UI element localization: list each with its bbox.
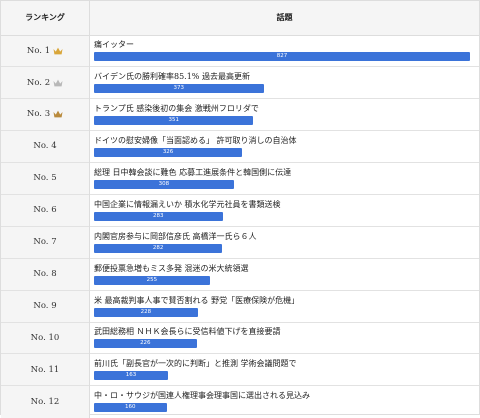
- table-row: No. 6 中国企業に情報漏えいか 積水化学元社員を書類送検 283: [1, 194, 480, 227]
- silver-crown-icon: [53, 79, 63, 87]
- table-row: No. 1 痛イッター 827: [1, 35, 479, 67]
- topic-cell: 内閣官房参与に岡部信彦氏 高橋洋一氏ら６人 282: [90, 226, 480, 258]
- rank-cell: No. 8: [1, 258, 90, 291]
- rank-label: No. 3: [26, 109, 51, 120]
- count-bar-track: 373: [94, 84, 470, 94]
- rank-label: No. 5: [33, 173, 57, 184]
- count-bar: 351: [94, 116, 254, 126]
- ranking-table-container: ランキング 話題 No. 1 痛イッター 827 No. 2 バイデン氏の勝利確率85.…: [0, 0, 480, 418]
- count-bar: 326: [94, 148, 243, 158]
- table-row: No. 8 郵便投票急増もミス多発 混迷の米大統領選 255: [1, 258, 480, 291]
- topic-title[interactable]: 内閣官房参与に岡部信彦氏 高橋洋一氏ら６人: [94, 232, 469, 242]
- topic-title[interactable]: バイデン氏の勝利確率85.1% 過去最高更新: [94, 72, 469, 82]
- count-bar: 283: [94, 211, 223, 221]
- rank-cell: No. 6: [1, 194, 90, 227]
- table-row: No. 9 米 最高裁判事人事で賛否割れる 野党「医療保険が危機」 228: [1, 290, 480, 323]
- rank-cell: No. 11: [1, 353, 90, 386]
- count-bar: 228: [94, 307, 198, 317]
- topic-cell: 総理 日中韓会談に難色 応募工進展条件と韓国側に伝達 308: [90, 163, 480, 195]
- topic-cell: 武田総務相 ＮＨＫ会長らに受信料値下げを直接要請 226: [90, 322, 480, 354]
- topic-cell: 中・ロ・サウジが国連人権理事会理事国に選出される見込み 160: [90, 386, 480, 418]
- topic-title[interactable]: 中・ロ・サウジが国連人権理事会理事国に選出される見込み: [94, 391, 469, 401]
- count-bar-track: 351: [94, 116, 470, 126]
- count-bar: 373: [94, 84, 264, 94]
- topic-title[interactable]: 郵便投票急増もミス多発 混迷の米大統領選: [94, 264, 469, 274]
- table-row: No. 7 内閣官房参与に岡部信彦氏 高橋洋一氏ら６人 282: [1, 226, 480, 259]
- table-row: No. 12 中・ロ・サウジが国連人権理事会理事国に選出される見込み 160: [1, 385, 480, 418]
- rank-label: No. 4: [33, 141, 57, 152]
- rank-label: No. 10: [30, 332, 60, 343]
- table-row: No. 5 総理 日中韓会談に難色 応募工進展条件と韓国側に伝達 308: [1, 162, 480, 195]
- topic-cell: 米 最高裁判事人事で賛否割れる 野党「医療保険が危機」 228: [90, 290, 480, 322]
- rank-cell: No. 7: [1, 226, 90, 259]
- rank-cell: No. 1: [1, 35, 90, 67]
- count-bar: 160: [94, 403, 167, 413]
- topic-title[interactable]: 総理 日中韓会談に難色 応募工進展条件と韓国側に伝達: [94, 168, 469, 178]
- ranking-rows: No. 1 痛イッター 827 No. 2 バイデン氏の勝利確率85.1% 過去最高更新…: [1, 35, 479, 418]
- count-bar-track: 226: [94, 339, 470, 349]
- count-bar-track: 827: [94, 52, 470, 62]
- topic-title[interactable]: 武田総務相 ＮＨＫ会長らに受信料値下げを直接要請: [94, 327, 469, 337]
- rank-cell: No. 9: [1, 290, 90, 323]
- count-bar-track: 160: [94, 403, 470, 413]
- topic-cell: 中国企業に情報漏えいか 積水化学元社員を書類送検 283: [90, 194, 480, 226]
- rank-label: No. 12: [30, 396, 60, 407]
- gold-crown-icon: [53, 47, 63, 55]
- rank-cell: No. 5: [1, 162, 90, 195]
- count-bar-track: 326: [94, 148, 470, 158]
- topic-title[interactable]: 米 最高裁判事人事で賛否割れる 野党「医療保険が危機」: [94, 296, 469, 306]
- count-bar: 308: [94, 180, 234, 189]
- count-bar: 827: [94, 52, 470, 62]
- table-row: No. 11 前川氏「副長官が一次的に判断」と推測 学術会議問題で 163: [1, 353, 480, 386]
- count-bar: 163: [94, 371, 169, 381]
- ranking-table: ランキング 話題 No. 1 痛イッター 827 No. 2 バイデン氏の勝利確率85.…: [1, 1, 479, 418]
- count-bar: 226: [94, 339, 197, 349]
- table-row: No. 3 トランプ氏 感染後初の集会 激戦州フロリダで 351: [1, 98, 480, 131]
- topic-cell: バイデン氏の勝利確率85.1% 過去最高更新 373: [90, 67, 480, 99]
- rank-label: No. 6: [33, 205, 57, 216]
- rank-column-header: ランキング: [1, 1, 90, 36]
- table-row: No. 10 武田総務相 ＮＨＫ会長らに受信料値下げを直接要請 226: [1, 322, 479, 354]
- rank-cell: No. 12: [1, 385, 90, 418]
- count-bar-track: 283: [94, 211, 470, 221]
- rank-cell: No. 4: [1, 130, 90, 163]
- rank-label: No. 1: [26, 45, 51, 56]
- rank-cell: No. 3: [1, 98, 90, 131]
- rank-cell: No. 10: [1, 322, 90, 354]
- topic-cell: トランプ氏 感染後初の集会 激戦州フロリダで 351: [90, 99, 480, 131]
- rank-label: No. 9: [33, 300, 57, 311]
- table-row: No. 4 ドイツの慰安婦像「当面認める」 許可取り消しの自治体 326: [1, 130, 480, 163]
- bronze-crown-icon: [53, 110, 63, 118]
- count-bar-track: 308: [94, 180, 470, 189]
- rank-label: No. 2: [26, 77, 51, 88]
- topic-cell: ドイツの慰安婦像「当面認める」 許可取り消しの自治体 326: [90, 131, 480, 163]
- count-bar-track: 255: [94, 275, 470, 285]
- topic-title[interactable]: 前川氏「副長官が一次的に判断」と推測 学術会議問題で: [94, 359, 469, 369]
- topic-title[interactable]: 中国企業に情報漏えいか 積水化学元社員を書類送検: [94, 200, 469, 210]
- rank-label: No. 8: [33, 268, 57, 279]
- topic-cell: 前川氏「副長官が一次的に判断」と推測 学術会議問題で 163: [90, 354, 480, 386]
- count-bar-track: 163: [94, 371, 470, 381]
- count-bar-track: 282: [94, 243, 470, 253]
- table-row: No. 2 バイデン氏の勝利確率85.1% 過去最高更新 373: [1, 66, 480, 99]
- topic-title[interactable]: 痛イッター: [94, 40, 469, 50]
- topic-title[interactable]: トランプ氏 感染後初の集会 激戦州フロリダで: [94, 104, 469, 114]
- rank-label: No. 7: [33, 237, 57, 248]
- table-header-row: ランキング 話題: [1, 1, 479, 36]
- topic-title[interactable]: ドイツの慰安婦像「当面認める」 許可取り消しの自治体: [94, 136, 469, 146]
- topic-column-header: 話題: [89, 1, 479, 36]
- count-bar: 282: [94, 243, 223, 253]
- topic-cell: 郵便投票急増もミス多発 混迷の米大統領選 255: [90, 258, 480, 290]
- rank-cell: No. 2: [1, 66, 90, 99]
- rank-label: No. 11: [30, 364, 60, 375]
- topic-cell: 痛イッター 827: [90, 35, 480, 67]
- count-bar-track: 228: [94, 307, 470, 317]
- count-bar: 255: [94, 275, 210, 285]
